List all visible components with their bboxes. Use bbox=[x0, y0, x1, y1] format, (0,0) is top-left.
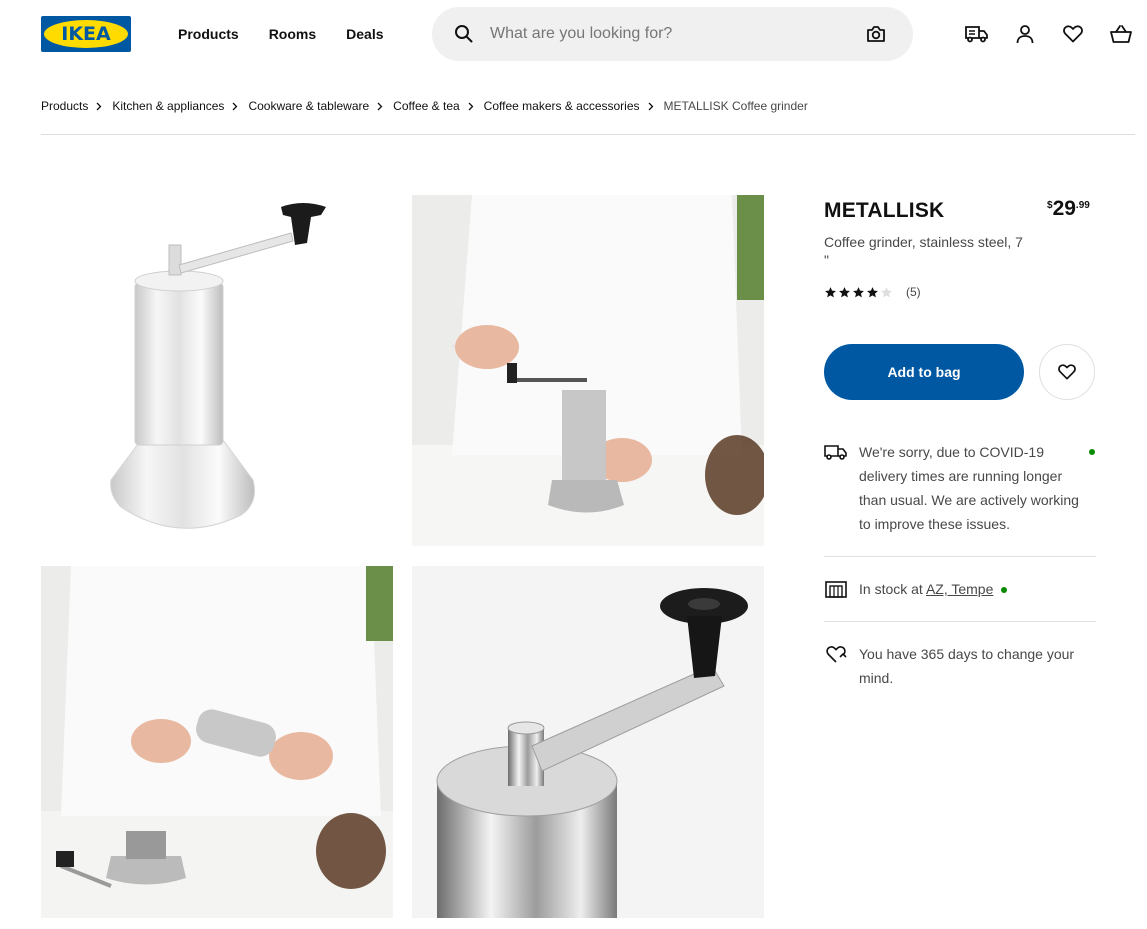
nav-rooms[interactable]: Rooms bbox=[269, 24, 316, 44]
star-filled-icon bbox=[839, 286, 850, 297]
status-dot bbox=[1089, 449, 1095, 455]
price-decimal: .99 bbox=[1075, 200, 1090, 211]
ikea-logo[interactable]: IKEA bbox=[41, 16, 131, 52]
delivery-truck-icon[interactable] bbox=[965, 20, 989, 48]
chevron-right-icon bbox=[96, 101, 104, 111]
star-filled-icon bbox=[867, 286, 878, 297]
header-actions bbox=[965, 20, 1133, 48]
breadcrumb-current: METALLISK Coffee grinder bbox=[663, 99, 808, 113]
breadcrumb: Products Kitchen & appliances Cookware &… bbox=[41, 99, 808, 113]
star-filled-icon bbox=[853, 286, 864, 297]
add-to-bag-button[interactable]: Add to bag bbox=[824, 344, 1024, 400]
breadcrumb-products[interactable]: Products bbox=[41, 99, 88, 113]
breadcrumb-kitchen[interactable]: Kitchen & appliances bbox=[112, 99, 224, 113]
stock-text: In stock at AZ, Tempe bbox=[859, 577, 1084, 601]
return-text: You have 365 days to change your mind. bbox=[859, 646, 1075, 686]
stock-prefix: In stock at bbox=[859, 581, 926, 597]
chevron-right-icon bbox=[468, 101, 476, 111]
product-image-main[interactable] bbox=[41, 195, 393, 547]
store-icon bbox=[825, 581, 847, 598]
header-divider bbox=[41, 134, 1135, 135]
return-heart-icon bbox=[826, 646, 847, 663]
search-input[interactable] bbox=[490, 19, 850, 49]
chevron-right-icon bbox=[232, 101, 240, 111]
nav-deals[interactable]: Deals bbox=[346, 24, 383, 44]
favorites-heart-icon[interactable] bbox=[1061, 20, 1085, 48]
shopping-bag-icon[interactable] bbox=[1109, 20, 1133, 48]
return-policy: You have 365 days to change your mind. bbox=[824, 642, 1096, 692]
nav-products[interactable]: Products bbox=[178, 24, 239, 44]
chevron-right-icon bbox=[377, 101, 385, 111]
delivery-notice: We're sorry, due to COVID-19 delivery ti… bbox=[824, 440, 1096, 540]
store-link[interactable]: AZ, Tempe bbox=[926, 581, 993, 597]
user-icon[interactable] bbox=[1013, 20, 1037, 48]
product-price: $ 29 .99 bbox=[1047, 197, 1090, 221]
chevron-right-icon bbox=[648, 101, 656, 111]
in-stock-dot bbox=[1001, 587, 1008, 594]
logo-text: IKEA bbox=[61, 23, 111, 45]
search-icon[interactable] bbox=[454, 24, 474, 44]
delivery-text: We're sorry, due to COVID-19 delivery ti… bbox=[859, 444, 1079, 532]
search-bar bbox=[432, 7, 913, 61]
breadcrumb-coffee-makers[interactable]: Coffee makers & accessories bbox=[484, 99, 640, 113]
breadcrumb-cookware[interactable]: Cookware & tableware bbox=[248, 99, 369, 113]
review-count: (5) bbox=[906, 285, 921, 299]
add-to-favorites-button[interactable] bbox=[1039, 344, 1095, 400]
product-description: Coffee grinder, stainless steel, 7 " bbox=[824, 233, 1044, 269]
camera-icon[interactable] bbox=[865, 23, 887, 45]
product-image-closeup[interactable] bbox=[412, 566, 764, 918]
star-empty-icon bbox=[881, 286, 892, 297]
description-line-2: " bbox=[824, 252, 829, 268]
site-header: IKEA Products Rooms Deals bbox=[0, 0, 1147, 70]
rating-stars bbox=[824, 286, 893, 299]
product-rating[interactable]: (5) bbox=[824, 285, 921, 299]
store-stock: In stock at AZ, Tempe bbox=[824, 577, 1096, 601]
product-image-disassembled[interactable] bbox=[41, 566, 393, 918]
info-divider bbox=[824, 556, 1096, 557]
product-name: METALLISK bbox=[824, 199, 945, 222]
heart-icon bbox=[1058, 364, 1076, 380]
info-divider bbox=[824, 621, 1096, 622]
main-nav: Products Rooms Deals bbox=[178, 24, 384, 44]
description-line-1: Coffee grinder, stainless steel, 7 bbox=[824, 234, 1023, 250]
star-filled-icon bbox=[825, 286, 836, 297]
price-integer: 29 bbox=[1052, 197, 1076, 220]
product-image-in-use[interactable] bbox=[412, 195, 764, 546]
breadcrumb-coffee-tea[interactable]: Coffee & tea bbox=[393, 99, 460, 113]
delivery-truck-icon bbox=[824, 445, 847, 460]
